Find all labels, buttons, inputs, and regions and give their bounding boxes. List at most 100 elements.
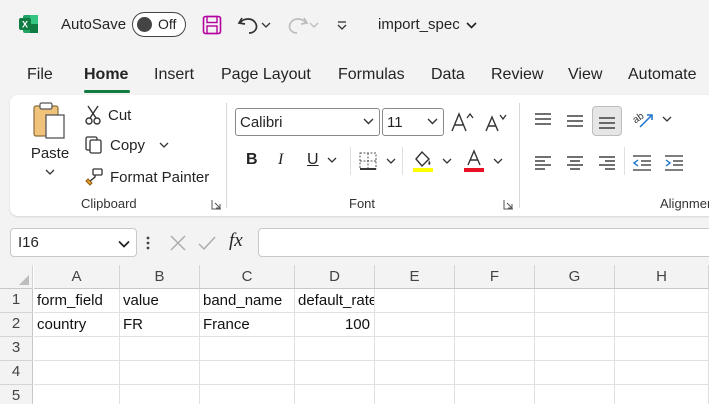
row-header-5[interactable]: 5 xyxy=(0,385,33,404)
cell-h3[interactable] xyxy=(615,337,709,361)
cell-b4[interactable] xyxy=(120,361,200,385)
cell-c3[interactable] xyxy=(200,337,295,361)
tab-insert[interactable]: Insert xyxy=(154,66,194,84)
cell-a3[interactable] xyxy=(34,337,120,361)
name-box[interactable]: I16 xyxy=(10,228,137,257)
align-right-button[interactable] xyxy=(595,151,619,175)
borders-button[interactable] xyxy=(358,151,396,171)
align-center-button[interactable] xyxy=(563,151,587,175)
column-header-g[interactable]: G xyxy=(535,265,615,289)
orientation-button[interactable]: ab xyxy=(632,108,672,130)
column-header-e[interactable]: E xyxy=(375,265,455,289)
cancel-icon[interactable] xyxy=(169,234,187,252)
column-header-f[interactable]: F xyxy=(455,265,535,289)
font-color-button[interactable] xyxy=(463,149,503,173)
italic-button[interactable]: I xyxy=(278,151,283,169)
cell-d2[interactable]: 100 xyxy=(295,313,375,337)
cell-f3[interactable] xyxy=(455,337,535,361)
column-header-h[interactable]: H xyxy=(615,265,709,289)
select-all-corner[interactable] xyxy=(0,265,33,289)
more-options-icon[interactable] xyxy=(146,235,150,251)
cut-button[interactable]: Cut xyxy=(84,103,131,127)
cell-a5[interactable] xyxy=(34,385,120,404)
cell-h2[interactable] xyxy=(615,313,709,337)
font-size-combo[interactable]: 11 xyxy=(382,108,444,136)
cell-f4[interactable] xyxy=(455,361,535,385)
customize-qat-button[interactable] xyxy=(334,12,350,38)
cell-g4[interactable] xyxy=(535,361,615,385)
clipboard-launcher-icon[interactable] xyxy=(211,199,222,210)
row-header-3[interactable]: 3 xyxy=(0,337,33,361)
increase-font-button[interactable] xyxy=(450,109,474,135)
save-button[interactable] xyxy=(201,12,223,38)
row-header-1[interactable]: 1 xyxy=(0,289,33,313)
cell-e2[interactable] xyxy=(375,313,455,337)
cell-b2[interactable]: FR xyxy=(120,313,200,337)
underline-button[interactable]: U xyxy=(307,151,337,169)
cell-g1[interactable] xyxy=(535,289,615,313)
cell-c1[interactable]: band_name xyxy=(200,289,295,313)
cell-g3[interactable] xyxy=(535,337,615,361)
tab-home[interactable]: Home xyxy=(84,66,128,84)
cell-d5[interactable] xyxy=(295,385,375,404)
cell-e3[interactable] xyxy=(375,337,455,361)
decrease-font-button[interactable] xyxy=(483,109,507,135)
bottom-align-button[interactable] xyxy=(592,106,622,136)
cell-b3[interactable] xyxy=(120,337,200,361)
cell-d4[interactable] xyxy=(295,361,375,385)
cell-c2[interactable]: France xyxy=(200,313,295,337)
format-painter-button[interactable]: Format Painter xyxy=(84,165,209,189)
tab-view[interactable]: View xyxy=(568,66,602,84)
cell-a1[interactable]: form_field xyxy=(34,289,120,313)
decrease-indent-button[interactable] xyxy=(630,151,654,175)
document-title[interactable]: import_spec xyxy=(378,16,477,33)
cell-a4[interactable] xyxy=(34,361,120,385)
increase-indent-button[interactable] xyxy=(662,151,686,175)
cell-h5[interactable] xyxy=(615,385,709,404)
cell-f5[interactable] xyxy=(455,385,535,404)
cell-b1[interactable]: value xyxy=(120,289,200,313)
cell-d3[interactable] xyxy=(295,337,375,361)
fill-color-button[interactable] xyxy=(412,149,452,173)
column-header-c[interactable]: C xyxy=(200,265,295,289)
cell-c4[interactable] xyxy=(200,361,295,385)
column-header-d[interactable]: D xyxy=(295,265,375,289)
column-header-a[interactable]: A xyxy=(34,265,120,289)
cell-d1[interactable]: default_rate xyxy=(295,289,375,313)
tab-page-layout[interactable]: Page Layout xyxy=(221,66,311,84)
cell-c5[interactable] xyxy=(200,385,295,404)
insert-function-button[interactable]: fx xyxy=(229,230,243,252)
redo-button[interactable] xyxy=(283,12,321,38)
formula-input[interactable] xyxy=(258,228,709,257)
cell-g2[interactable] xyxy=(535,313,615,337)
undo-button[interactable] xyxy=(235,12,273,38)
top-align-button[interactable] xyxy=(531,109,555,133)
paste-button[interactable]: Paste xyxy=(26,101,74,187)
copy-button[interactable]: Copy xyxy=(84,133,169,157)
cell-h4[interactable] xyxy=(615,361,709,385)
enter-check-icon[interactable] xyxy=(197,234,217,252)
autosave-toggle[interactable]: Off xyxy=(132,12,186,37)
cell-a2[interactable]: country xyxy=(34,313,120,337)
cell-e5[interactable] xyxy=(375,385,455,404)
tab-file[interactable]: File xyxy=(27,66,53,84)
cell-g5[interactable] xyxy=(535,385,615,404)
column-header-b[interactable]: B xyxy=(120,265,200,289)
cell-f2[interactable] xyxy=(455,313,535,337)
cell-h1[interactable] xyxy=(615,289,709,313)
tab-automate[interactable]: Automate xyxy=(628,66,696,84)
tab-review[interactable]: Review xyxy=(491,66,543,84)
cell-b5[interactable] xyxy=(120,385,200,404)
bold-button[interactable]: B xyxy=(246,151,258,169)
cell-e1[interactable] xyxy=(375,289,455,313)
tab-formulas[interactable]: Formulas xyxy=(338,66,405,84)
row-header-2[interactable]: 2 xyxy=(0,313,33,337)
cell-f1[interactable] xyxy=(455,289,535,313)
font-name-combo[interactable]: Calibri xyxy=(235,108,380,136)
font-launcher-icon[interactable] xyxy=(503,199,514,210)
cell-e4[interactable] xyxy=(375,361,455,385)
row-header-4[interactable]: 4 xyxy=(0,361,33,385)
middle-align-button[interactable] xyxy=(563,109,587,133)
tab-data[interactable]: Data xyxy=(431,66,465,84)
align-left-button[interactable] xyxy=(531,151,555,175)
